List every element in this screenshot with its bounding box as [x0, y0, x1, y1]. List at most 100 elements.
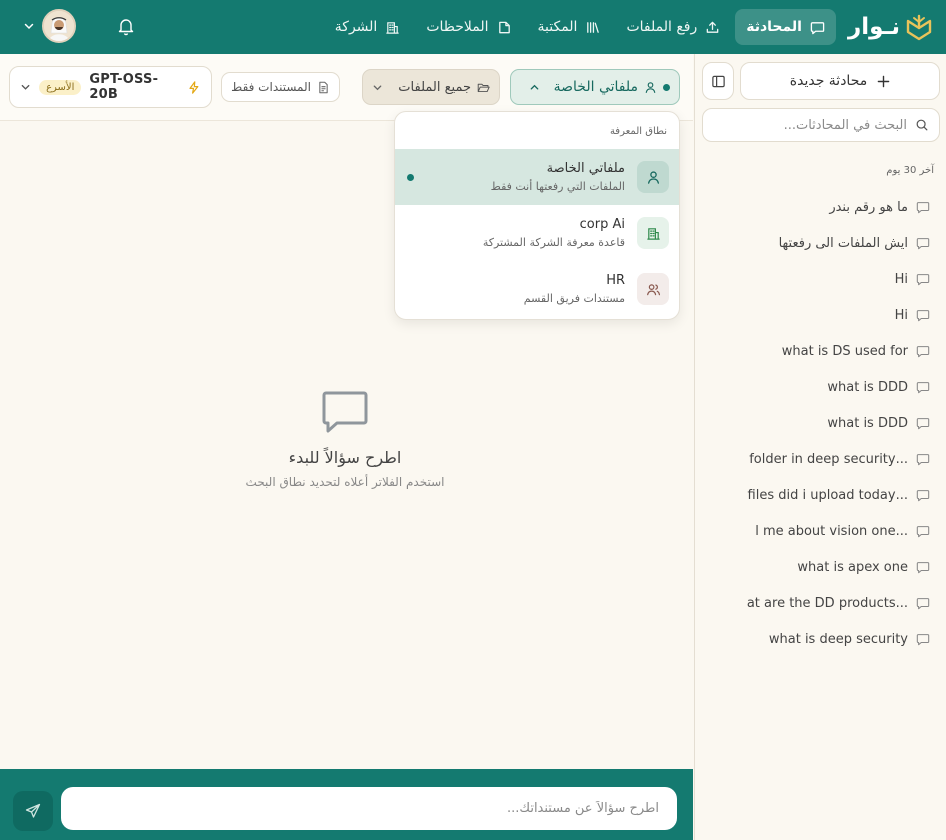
nav-library[interactable]: المكتبة	[527, 9, 612, 45]
nav-notes-label: الملاحظات	[426, 19, 489, 35]
scope-option-text: HR مستندات فريق القسم	[407, 273, 625, 305]
building-icon	[386, 21, 400, 34]
collapse-sidebar-button[interactable]	[702, 62, 734, 100]
empty-state-title: اطرح سؤالاً للبدء	[288, 448, 402, 467]
scope-option-title: HR	[606, 273, 625, 288]
conversation-item[interactable]: Hi	[706, 261, 930, 297]
model-selector[interactable]: الأسرع GPT-OSS-20B	[9, 66, 212, 108]
logo-mark-icon	[906, 14, 932, 41]
conversation-item[interactable]: what is DDD	[706, 369, 930, 405]
message-icon	[916, 634, 930, 646]
conversation-item[interactable]: ما هو رقم بندر	[706, 189, 930, 225]
building-icon	[646, 227, 660, 240]
conversation-item[interactable]: ...files did i upload today	[706, 477, 930, 513]
conversation-item[interactable]: ايش الملفات الى رفعتها	[706, 225, 930, 261]
message-icon	[916, 418, 930, 430]
brand-logo[interactable]: نـوار	[848, 12, 934, 42]
selected-indicator-dot	[407, 173, 414, 181]
library-icon	[587, 21, 600, 33]
model-speed-badge: الأسرع	[39, 79, 82, 95]
conversation-item[interactable]: what is apex one	[706, 549, 930, 585]
conversation-title: ...at are the DD products	[746, 595, 908, 611]
message-icon	[916, 274, 930, 286]
conversation-title: ما هو رقم بندر	[829, 199, 908, 215]
chevron-up-icon	[530, 84, 538, 90]
conversation-title: ...files did i upload today	[747, 487, 908, 503]
conversation-item[interactable]: what is deep security	[706, 621, 930, 657]
scope-option-text: corp Ai قاعدة معرفة الشركة المشتركة	[407, 217, 625, 249]
conversation-item[interactable]: ...l me about vision one	[706, 513, 930, 549]
conversation-item[interactable]: ...folder in deep security	[706, 441, 930, 477]
scope-active-dot	[663, 83, 670, 91]
knowledge-scope-dropdown[interactable]: ملفاتي الخاصة	[510, 69, 680, 105]
scope-option-corp-ai[interactable]: corp Ai قاعدة معرفة الشركة المشتركة	[395, 205, 679, 261]
message-icon	[916, 202, 930, 214]
scope-option-icon-wrap	[637, 161, 669, 193]
folder-open-icon	[477, 83, 490, 92]
conversation-title: ...folder in deep security	[749, 451, 908, 467]
scope-option-hr[interactable]: HR مستندات فريق القسم	[395, 261, 679, 317]
chat-message-input[interactable]	[61, 787, 677, 830]
scope-option-icon-wrap	[637, 217, 669, 249]
conversation-title: Hi	[894, 271, 908, 287]
conversation-item[interactable]: what is DS used for	[706, 333, 930, 369]
message-icon	[916, 562, 930, 574]
nav-upload[interactable]: رفع الملفات	[615, 9, 731, 45]
new-chat-button[interactable]: محادثة جديدة	[740, 62, 940, 100]
knowledge-scope-menu: نطاق المعرفة ملفاتي الخاصة الملفات التي …	[394, 111, 680, 320]
upload-icon	[706, 21, 719, 33]
conversations-sidebar: محادثة جديدة آخر 30 يوم ما هو رقم بندر ا…	[694, 54, 946, 840]
users-icon	[646, 283, 660, 295]
user-icon	[645, 81, 656, 93]
sidebar-actions: محادثة جديدة	[702, 62, 940, 100]
chevron-down-icon	[24, 23, 34, 30]
user-controls	[20, 9, 136, 43]
chat-icon	[810, 21, 825, 34]
empty-state: اطرح سؤالاً للبدء استخدم الفلاتر أعلاه ل…	[170, 388, 520, 489]
document-icon	[319, 81, 328, 93]
nav-notes[interactable]: الملاحظات	[415, 9, 522, 45]
message-icon	[916, 310, 930, 322]
scope-option-title: corp Ai	[579, 217, 625, 232]
send-button[interactable]	[13, 791, 53, 831]
plus-icon	[877, 75, 890, 87]
user-menu-toggle[interactable]	[20, 17, 38, 35]
scope-label: ملفاتي الخاصة	[553, 79, 638, 95]
conversation-title: Hi	[894, 307, 908, 323]
conversation-title: what is apex one	[797, 559, 908, 575]
conversation-item[interactable]: what is DDD	[706, 405, 930, 441]
conversation-title: ايش الملفات الى رفعتها	[778, 235, 908, 251]
lightning-icon	[189, 80, 199, 94]
conversation-item[interactable]: Hi	[706, 297, 930, 333]
knowledge-scope-header: نطاق المعرفة	[609, 126, 667, 137]
note-icon	[498, 21, 510, 33]
notifications-button[interactable]	[116, 16, 136, 36]
nav-upload-label: رفع الملفات	[626, 19, 698, 35]
top-navbar: نـوار المحادثة رفع الملفات المكتبة الملا…	[0, 0, 946, 54]
message-icon	[916, 454, 930, 466]
nav-chat-label: المحادثة	[746, 19, 802, 35]
scope-option-title: ملفاتي الخاصة	[546, 161, 625, 176]
scope-option-my-files[interactable]: ملفاتي الخاصة الملفات التي رفعتها أنت فق…	[395, 149, 679, 205]
conversation-item[interactable]: ...at are the DD products	[706, 585, 930, 621]
main-nav: المحادثة رفع الملفات المكتبة الملاحظات ا…	[324, 9, 836, 45]
documents-only-toggle[interactable]: المستندات فقط	[221, 72, 340, 102]
nav-chat[interactable]: المحادثة	[735, 9, 836, 45]
empty-state-subtitle: استخدم الفلاتر أعلاه لتحديد نطاق البحث	[245, 475, 445, 489]
message-icon	[916, 598, 930, 610]
conversation-search-input[interactable]	[713, 117, 907, 133]
nav-library-label: المكتبة	[537, 19, 578, 35]
user-avatar[interactable]	[42, 9, 76, 43]
scope-option-text: ملفاتي الخاصة الملفات التي رفعتها أنت فق…	[426, 161, 625, 193]
message-icon	[916, 526, 930, 538]
files-filter-dropdown[interactable]: جميع الملفات	[362, 69, 500, 105]
chevron-down-icon	[21, 84, 30, 90]
nav-company[interactable]: الشركة	[324, 9, 412, 45]
avatar-portrait	[44, 11, 74, 41]
scope-option-desc: مستندات فريق القسم	[523, 292, 625, 305]
nav-company-label: الشركة	[334, 19, 378, 35]
files-filter-label: جميع الملفات	[398, 79, 471, 95]
user-icon	[647, 170, 659, 184]
new-chat-label: محادثة جديدة	[789, 73, 868, 89]
bell-icon	[118, 19, 134, 36]
